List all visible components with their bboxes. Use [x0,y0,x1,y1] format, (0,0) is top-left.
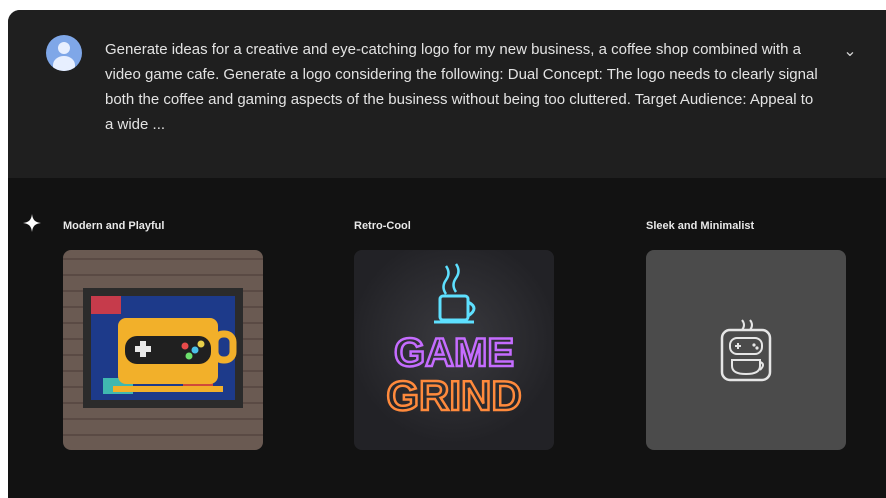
idea-label-sleek-minimalist: Sleek and Minimalist [646,220,755,232]
sparkle-icon [23,214,41,232]
idea-label-modern-playful: Modern and Playful [63,220,165,232]
neon-word-game: GAME [394,331,514,375]
chevron-down-icon[interactable]: ⌄ [840,42,860,62]
prompt-text: Generate ideas for a creative and eye-ca… [105,41,818,133]
idea-label-retro-cool: Retro-Cool [354,220,411,232]
logo-image-retro-cool[interactable]: GAME GRIND [354,250,554,450]
neon-word-grind: GRIND [386,372,521,419]
conversation-panel: Generate ideas for a creative and eye-ca… [8,10,886,498]
logo-image-sleek-minimalist[interactable] [646,250,846,450]
controller-cup-icon [720,319,772,382]
logo-image-modern-playful[interactable] [63,250,263,450]
user-avatar [46,35,82,71]
user-prompt-card: Generate ideas for a creative and eye-ca… [8,10,886,178]
